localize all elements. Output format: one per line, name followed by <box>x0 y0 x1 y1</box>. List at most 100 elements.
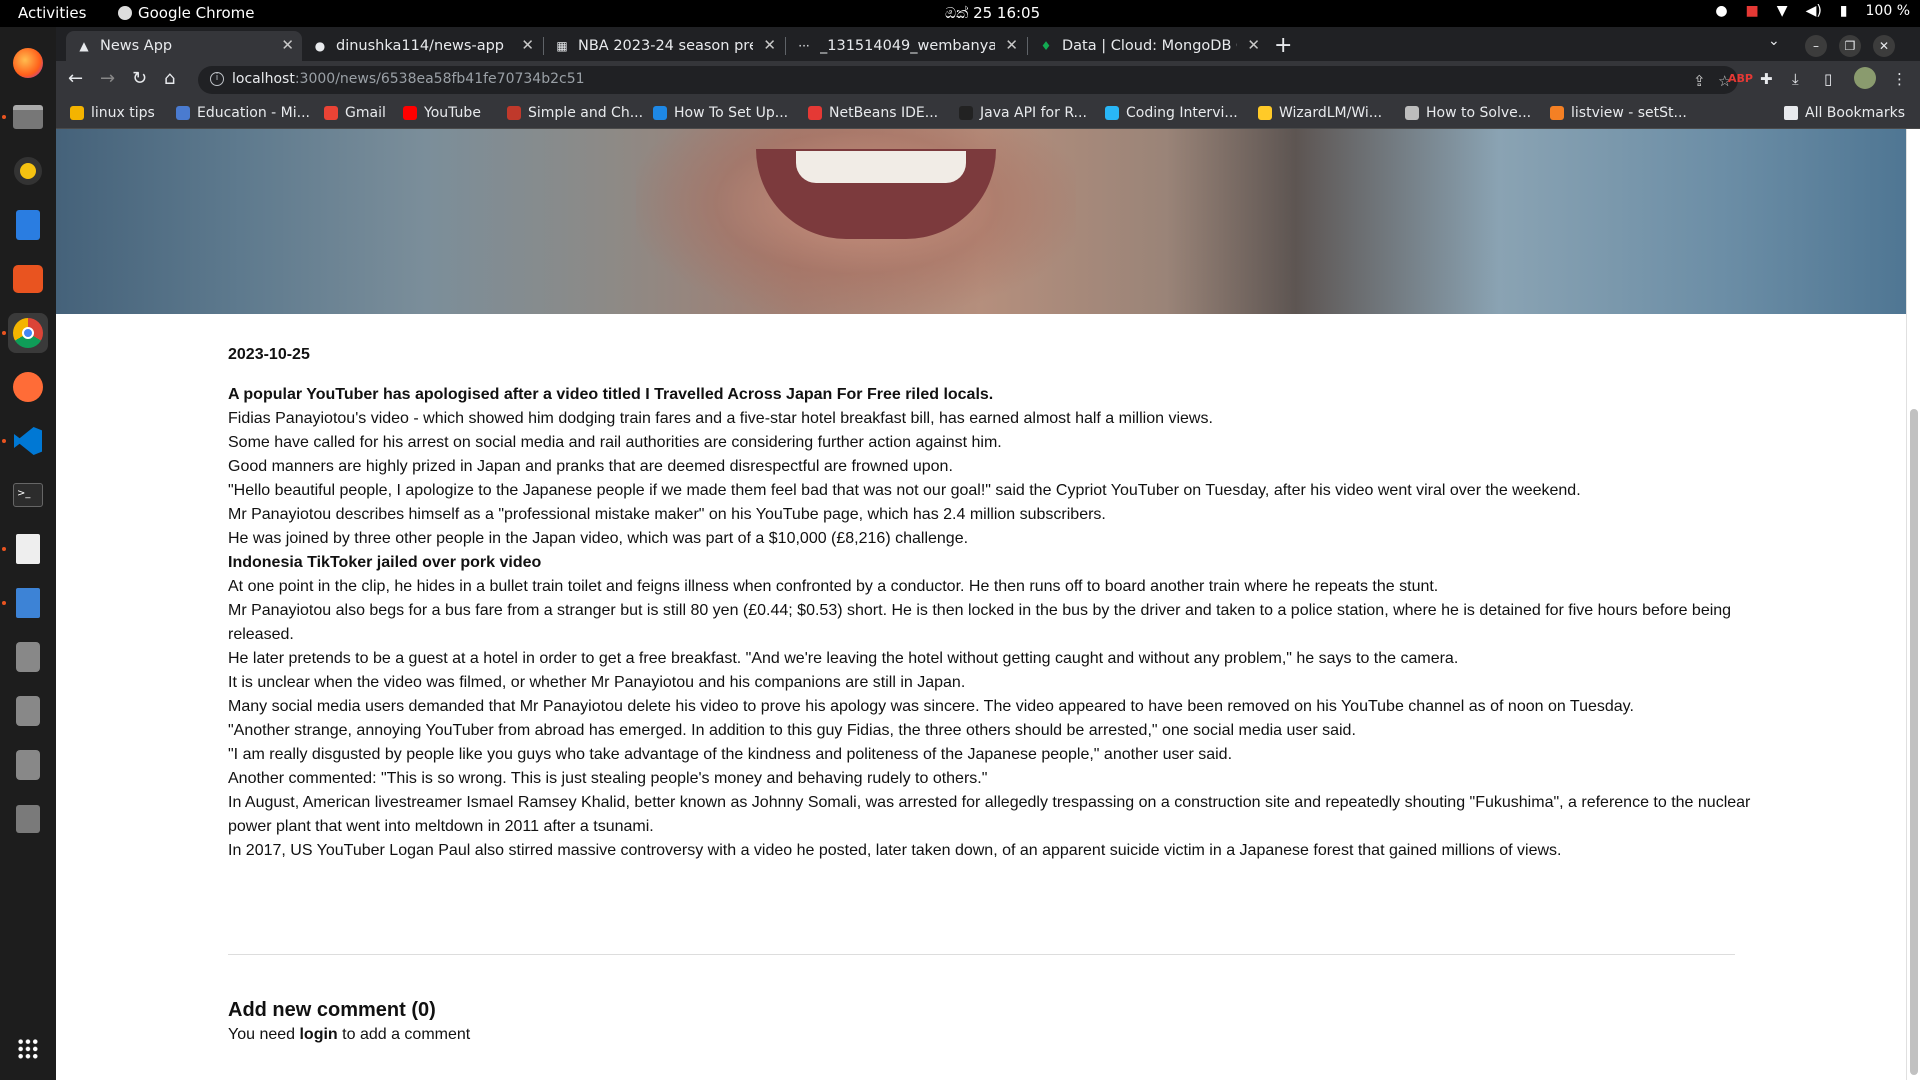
chrome-dock-icon[interactable] <box>8 313 48 353</box>
screen-share-icon[interactable]: ■ <box>1746 3 1759 19</box>
postman-icon[interactable] <box>8 367 48 407</box>
chrome-icon <box>118 6 132 20</box>
firefox-icon[interactable] <box>8 43 48 83</box>
address-bar[interactable]: i localhost:3000/news/6538ea58fb41fe7073… <box>198 66 1738 94</box>
document-viewer-icon[interactable] <box>8 529 48 569</box>
article-paragraph: Good manners are highly prized in Japan … <box>228 458 953 475</box>
bookmark-item[interactable]: How to Solve... <box>1405 105 1531 121</box>
bookmark-item[interactable]: Java API for R... <box>959 105 1087 121</box>
tab-mongodb[interactable]: ♦ Data | Cloud: MongoDB C ✕ <box>1028 31 1268 61</box>
writer-icon[interactable] <box>8 205 48 245</box>
bookmark-label: WizardLM/Wi... <box>1279 105 1383 121</box>
bookmark-item[interactable]: linux tips <box>70 105 155 121</box>
game-controller-icon[interactable]: ● <box>1715 3 1727 19</box>
bookmark-favicon-icon <box>959 106 973 120</box>
bookmark-item[interactable]: NetBeans IDE... <box>808 105 938 121</box>
login-notice-suffix: to add a comment <box>337 1026 471 1043</box>
bookmark-item[interactable]: Coding Intervi... <box>1105 105 1238 121</box>
tab-search-chevron-icon[interactable]: ⌄ <box>1768 33 1780 49</box>
bookmark-favicon-icon <box>1550 106 1564 120</box>
disk-icon[interactable] <box>8 637 48 677</box>
side-panel-icon[interactable]: ▯ <box>1824 70 1832 88</box>
tab-title: NBA 2023-24 season prev <box>578 38 753 54</box>
bookmark-label: listview - setSt... <box>1571 105 1687 121</box>
browser-window: ▲ News App ✕ ● dinushka114/news-app ✕ ▦ … <box>56 27 1920 1080</box>
app-center-icon[interactable] <box>8 259 48 299</box>
download-icon[interactable]: ⤓ <box>1792 70 1799 88</box>
login-link[interactable]: login <box>299 1026 337 1043</box>
hero-image <box>56 129 1906 314</box>
loading-dots-icon: ··· <box>798 39 810 53</box>
article-paragraph: Mr Panayiotou describes himself as a "pr… <box>228 506 1106 523</box>
tab-title: _131514049_wembanyam <box>820 38 995 54</box>
running-indicator <box>2 331 6 335</box>
share-icon[interactable]: ⇪ <box>1693 72 1706 90</box>
running-indicator <box>2 439 6 443</box>
page-scrollbar[interactable] <box>1906 129 1920 1080</box>
system-tray[interactable]: ● ■ ▼ ◀) ▮ 100 % <box>1715 3 1910 19</box>
disk-icon[interactable] <box>8 745 48 785</box>
forward-button[interactable]: → <box>100 68 115 89</box>
close-tab-icon[interactable]: ✕ <box>763 36 776 54</box>
reload-button[interactable]: ↻ <box>132 68 147 89</box>
battery-level: 100 % <box>1865 3 1910 19</box>
close-tab-icon[interactable]: ✕ <box>1247 36 1260 54</box>
menu-dots-icon[interactable]: ⋮ <box>1892 70 1907 88</box>
divider <box>228 954 1735 955</box>
home-button[interactable]: ⌂ <box>164 68 175 89</box>
bookmark-item[interactable]: Education - Mi... <box>176 105 310 121</box>
rhythmbox-icon[interactable] <box>8 151 48 191</box>
show-apps-icon[interactable] <box>8 1029 48 1069</box>
activities-button[interactable]: Activities <box>18 4 86 22</box>
terminal-icon[interactable]: >_ <box>8 475 48 515</box>
bookmark-item[interactable]: How To Set Up... <box>653 105 788 121</box>
folder-icon <box>1784 106 1798 120</box>
disk-icon[interactable] <box>8 691 48 731</box>
bookmark-label: linux tips <box>91 105 155 121</box>
minimize-button[interactable]: – <box>1805 35 1827 57</box>
battery-icon: ▮ <box>1839 3 1848 19</box>
bookmark-item[interactable]: listview - setSt... <box>1550 105 1687 121</box>
extensions-icon[interactable]: ✚ <box>1760 70 1773 88</box>
bookmark-item[interactable]: WizardLM/Wi... <box>1258 105 1382 121</box>
tab-github[interactable]: ● dinushka114/news-app ✕ <box>302 31 542 61</box>
tab-nba[interactable]: ▦ NBA 2023-24 season prev ✕ <box>544 31 784 61</box>
article-date: 2023-10-25 <box>228 346 310 363</box>
article-body: 2023-10-25 A popular YouTuber has apolog… <box>228 343 1788 863</box>
close-tab-icon[interactable]: ✕ <box>281 36 294 54</box>
avatar[interactable] <box>1854 67 1876 93</box>
article-paragraph: Some have called for his arrest on socia… <box>228 434 1002 451</box>
vscode-icon[interactable] <box>8 421 48 461</box>
close-window-button[interactable]: ✕ <box>1873 35 1895 57</box>
all-bookmarks-button[interactable]: All Bookmarks <box>1784 105 1905 121</box>
bookmark-favicon-icon <box>1105 106 1119 120</box>
site-info-icon[interactable]: i <box>210 72 224 86</box>
url-text[interactable]: localhost:3000/news/6538ea58fb41fe70734b… <box>232 71 585 87</box>
tab-title: News App <box>100 38 173 54</box>
maximize-button[interactable]: ❐ <box>1839 35 1861 57</box>
bookmark-item[interactable]: Simple and Ch... <box>507 105 643 121</box>
adblock-icon[interactable]: ABP <box>1728 72 1753 85</box>
bookmark-item[interactable]: YouTube <box>403 105 481 121</box>
bookmark-label: Coding Intervi... <box>1126 105 1238 121</box>
tab-image[interactable]: ··· _131514049_wembanyam ✕ <box>786 31 1026 61</box>
close-tab-icon[interactable]: ✕ <box>1005 36 1018 54</box>
app-menu[interactable]: Google Chrome <box>118 4 255 22</box>
article-paragraph: "I am really disgusted by people like yo… <box>228 746 1233 763</box>
files-icon[interactable] <box>8 97 48 137</box>
back-button[interactable]: ← <box>68 68 83 89</box>
text-editor-icon[interactable] <box>8 583 48 623</box>
clock[interactable]: ඔක් 25 16:05 <box>945 4 1040 22</box>
article-paragraph: "Hello beautiful people, I apologize to … <box>228 482 1581 499</box>
bookmark-label: Education - Mi... <box>197 105 310 121</box>
tab-news-app[interactable]: ▲ News App ✕ <box>66 31 302 61</box>
scrollbar-thumb[interactable] <box>1910 409 1918 1075</box>
trash-icon[interactable] <box>8 799 48 839</box>
new-tab-button[interactable]: + <box>1274 33 1292 58</box>
close-tab-icon[interactable]: ✕ <box>521 36 534 54</box>
article-paragraph: At one point in the clip, he hides in a … <box>228 578 1439 595</box>
comments-section: Add new comment (0) You need login to ad… <box>228 999 470 1044</box>
bookmark-item[interactable]: Gmail <box>324 105 386 121</box>
article-paragraph: "Another strange, annoying YouTuber from… <box>228 722 1356 739</box>
gmail-icon <box>324 106 338 120</box>
